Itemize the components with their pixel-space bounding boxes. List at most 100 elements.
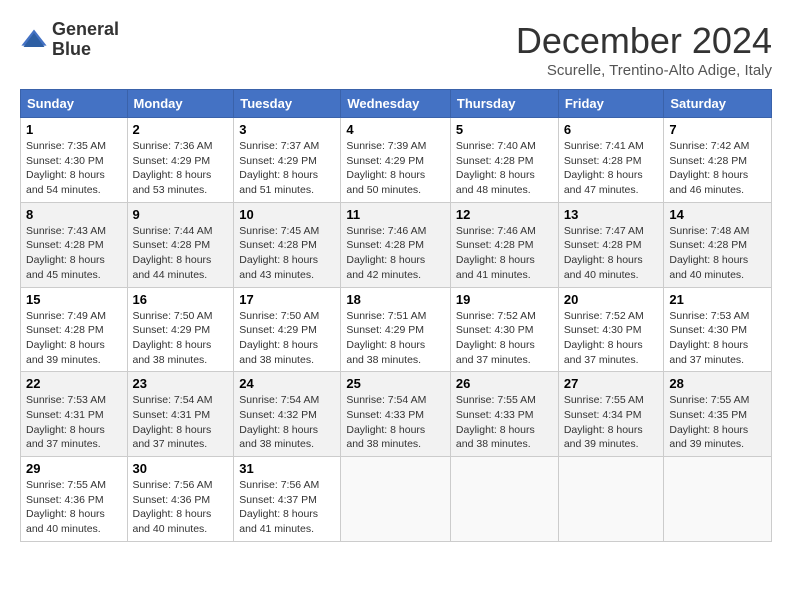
day-info: Sunrise: 7:42 AMSunset: 4:28 PMDaylight:…	[669, 140, 749, 196]
day-info: Sunrise: 7:35 AMSunset: 4:30 PMDaylight:…	[26, 140, 106, 196]
day-cell: 21Sunrise: 7:53 AMSunset: 4:30 PMDayligh…	[664, 287, 772, 372]
title-area: December 2024 Scurelle, Trentino-Alto Ad…	[516, 20, 772, 79]
day-cell: 23 Sunrise: 7:54 AMSunset: 4:31 PMDayligh…	[127, 372, 234, 457]
day-number: 29	[26, 461, 122, 476]
day-number: 10	[239, 207, 335, 222]
week-row-5: 29Sunrise: 7:55 AMSunset: 4:36 PMDayligh…	[21, 457, 772, 542]
day-header-monday: Monday	[127, 90, 234, 118]
logo: General Blue	[20, 20, 119, 60]
day-info: Sunrise: 7:45 AMSunset: 4:28 PMDaylight:…	[239, 225, 319, 281]
day-info: Sunrise: 7:40 AMSunset: 4:28 PMDaylight:…	[456, 140, 536, 196]
day-number: 1	[26, 122, 122, 137]
day-cell: 12 Sunrise: 7:46 AMSunset: 4:28 PMDayligh…	[450, 202, 558, 287]
day-cell: 9 Sunrise: 7:44 AMSunset: 4:28 PMDaylight…	[127, 202, 234, 287]
day-info: Sunrise: 7:54 AMSunset: 4:31 PMDaylight:…	[133, 394, 213, 450]
day-cell: 26 Sunrise: 7:55 AMSunset: 4:33 PMDayligh…	[450, 372, 558, 457]
day-number: 25	[346, 376, 445, 391]
header: General Blue December 2024 Scurelle, Tre…	[20, 20, 772, 79]
day-number: 5	[456, 122, 553, 137]
day-info: Sunrise: 7:55 AMSunset: 4:34 PMDaylight:…	[564, 394, 644, 450]
day-cell: 16 Sunrise: 7:50 AMSunset: 4:29 PMDayligh…	[127, 287, 234, 372]
day-number: 20	[564, 292, 659, 307]
day-cell	[450, 457, 558, 542]
calendar-table: SundayMondayTuesdayWednesdayThursdayFrid…	[20, 89, 772, 542]
day-number: 15	[26, 292, 122, 307]
day-info: Sunrise: 7:51 AMSunset: 4:29 PMDaylight:…	[346, 310, 426, 366]
day-cell: 19Sunrise: 7:52 AMSunset: 4:30 PMDayligh…	[450, 287, 558, 372]
day-number: 24	[239, 376, 335, 391]
day-number: 4	[346, 122, 445, 137]
day-number: 7	[669, 122, 766, 137]
day-header-wednesday: Wednesday	[341, 90, 451, 118]
week-row-4: 22 Sunrise: 7:53 AMSunset: 4:31 PMDayligh…	[21, 372, 772, 457]
day-header-tuesday: Tuesday	[234, 90, 341, 118]
week-row-3: 15 Sunrise: 7:49 AMSunset: 4:28 PMDayligh…	[21, 287, 772, 372]
day-cell: 24Sunrise: 7:54 AMSunset: 4:32 PMDayligh…	[234, 372, 341, 457]
day-info: Sunrise: 7:52 AMSunset: 4:30 PMDaylight:…	[456, 310, 536, 366]
day-cell: 30 Sunrise: 7:56 AMSunset: 4:36 PMDayligh…	[127, 457, 234, 542]
day-number: 11	[346, 207, 445, 222]
day-cell	[558, 457, 664, 542]
day-info: Sunrise: 7:47 AMSunset: 4:28 PMDaylight:…	[564, 225, 644, 281]
day-cell: 2 Sunrise: 7:36 AMSunset: 4:29 PMDaylight…	[127, 118, 234, 203]
day-info: Sunrise: 7:56 AMSunset: 4:36 PMDaylight:…	[133, 479, 213, 535]
day-number: 14	[669, 207, 766, 222]
day-info: Sunrise: 7:50 AMSunset: 4:29 PMDaylight:…	[239, 310, 319, 366]
day-info: Sunrise: 7:49 AMSunset: 4:28 PMDaylight:…	[26, 310, 106, 366]
day-cell: 1 Sunrise: 7:35 AMSunset: 4:30 PMDaylight…	[21, 118, 128, 203]
day-cell	[341, 457, 451, 542]
day-cell: 11 Sunrise: 7:46 AMSunset: 4:28 PMDayligh…	[341, 202, 451, 287]
logo-text: General Blue	[52, 20, 119, 60]
day-number: 2	[133, 122, 229, 137]
day-number: 31	[239, 461, 335, 476]
day-cell: 5 Sunrise: 7:40 AMSunset: 4:28 PMDaylight…	[450, 118, 558, 203]
day-cell: 15 Sunrise: 7:49 AMSunset: 4:28 PMDayligh…	[21, 287, 128, 372]
week-row-1: 1 Sunrise: 7:35 AMSunset: 4:30 PMDaylight…	[21, 118, 772, 203]
day-info: Sunrise: 7:53 AMSunset: 4:30 PMDaylight:…	[669, 310, 749, 366]
day-info: Sunrise: 7:43 AMSunset: 4:28 PMDaylight:…	[26, 225, 106, 281]
day-number: 9	[133, 207, 229, 222]
days-header-row: SundayMondayTuesdayWednesdayThursdayFrid…	[21, 90, 772, 118]
day-cell: 18Sunrise: 7:51 AMSunset: 4:29 PMDayligh…	[341, 287, 451, 372]
day-number: 16	[133, 292, 229, 307]
day-cell: 14Sunrise: 7:48 AMSunset: 4:28 PMDayligh…	[664, 202, 772, 287]
day-cell: 8Sunrise: 7:43 AMSunset: 4:28 PMDaylight…	[21, 202, 128, 287]
day-header-thursday: Thursday	[450, 90, 558, 118]
day-number: 22	[26, 376, 122, 391]
day-header-saturday: Saturday	[664, 90, 772, 118]
day-number: 6	[564, 122, 659, 137]
day-number: 27	[564, 376, 659, 391]
day-cell: 27 Sunrise: 7:55 AMSunset: 4:34 PMDayligh…	[558, 372, 664, 457]
logo-icon	[20, 26, 48, 54]
day-header-sunday: Sunday	[21, 90, 128, 118]
day-number: 17	[239, 292, 335, 307]
logo-line2: Blue	[52, 40, 119, 60]
day-info: Sunrise: 7:50 AMSunset: 4:29 PMDaylight:…	[133, 310, 213, 366]
day-cell: 20 Sunrise: 7:52 AMSunset: 4:30 PMDayligh…	[558, 287, 664, 372]
day-cell: 13 Sunrise: 7:47 AMSunset: 4:28 PMDayligh…	[558, 202, 664, 287]
day-cell: 25Sunrise: 7:54 AMSunset: 4:33 PMDayligh…	[341, 372, 451, 457]
day-number: 3	[239, 122, 335, 137]
day-cell: 22 Sunrise: 7:53 AMSunset: 4:31 PMDayligh…	[21, 372, 128, 457]
day-cell: 28Sunrise: 7:55 AMSunset: 4:35 PMDayligh…	[664, 372, 772, 457]
day-info: Sunrise: 7:53 AMSunset: 4:31 PMDaylight:…	[26, 394, 106, 450]
day-number: 12	[456, 207, 553, 222]
day-cell	[664, 457, 772, 542]
day-cell: 6Sunrise: 7:41 AMSunset: 4:28 PMDaylight…	[558, 118, 664, 203]
day-number: 26	[456, 376, 553, 391]
day-cell: 10 Sunrise: 7:45 AMSunset: 4:28 PMDayligh…	[234, 202, 341, 287]
day-info: Sunrise: 7:44 AMSunset: 4:28 PMDaylight:…	[133, 225, 213, 281]
day-info: Sunrise: 7:46 AMSunset: 4:28 PMDaylight:…	[346, 225, 426, 281]
day-info: Sunrise: 7:46 AMSunset: 4:28 PMDaylight:…	[456, 225, 536, 281]
day-info: Sunrise: 7:36 AMSunset: 4:29 PMDaylight:…	[133, 140, 213, 196]
day-cell: 31Sunrise: 7:56 AMSunset: 4:37 PMDayligh…	[234, 457, 341, 542]
subtitle: Scurelle, Trentino-Alto Adige, Italy	[516, 62, 772, 79]
day-number: 23	[133, 376, 229, 391]
day-cell: 4Sunrise: 7:39 AMSunset: 4:29 PMDaylight…	[341, 118, 451, 203]
day-number: 30	[133, 461, 229, 476]
day-info: Sunrise: 7:55 AMSunset: 4:33 PMDaylight:…	[456, 394, 536, 450]
day-info: Sunrise: 7:37 AMSunset: 4:29 PMDaylight:…	[239, 140, 319, 196]
day-cell: 3 Sunrise: 7:37 AMSunset: 4:29 PMDaylight…	[234, 118, 341, 203]
day-number: 13	[564, 207, 659, 222]
day-info: Sunrise: 7:52 AMSunset: 4:30 PMDaylight:…	[564, 310, 644, 366]
